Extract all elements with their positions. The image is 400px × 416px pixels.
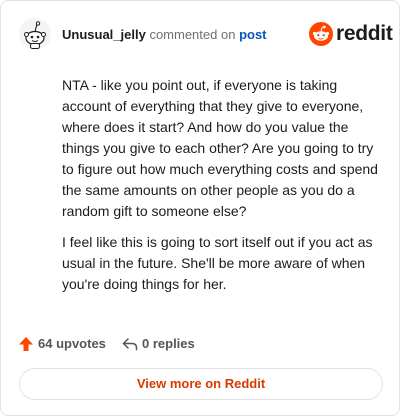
comment-body: NTA - like you point out, if everyone is…: [62, 75, 378, 305]
upvotes-count: 64 upvotes: [38, 336, 106, 351]
snoo-avatar-icon[interactable]: [18, 17, 52, 51]
replies-count: 0 replies: [142, 336, 195, 351]
view-more-button[interactable]: View more on Reddit: [19, 368, 383, 400]
comment-paragraph: NTA - like you point out, if everyone is…: [62, 77, 378, 219]
reddit-wordmark: reddit: [336, 22, 393, 45]
reply-arrow-icon: [122, 338, 138, 351]
reddit-logo-icon: [309, 22, 333, 46]
comment-stats: 64 upvotes 0 replies: [18, 333, 318, 355]
comment-paragraph: I feel like this is going to sort itself…: [62, 234, 373, 292]
reddit-brand[interactable]: reddit: [309, 20, 393, 48]
comment-embed-card: Unusual_jelly commented on post reddit N…: [0, 0, 400, 416]
action-text: commented on: [149, 27, 236, 42]
username-link[interactable]: Unusual_jelly: [62, 27, 146, 42]
comment-header: Unusual_jelly commented on post reddit: [18, 17, 393, 51]
post-link[interactable]: post: [239, 27, 266, 42]
upvote-arrow-icon: [19, 337, 33, 351]
comment-meta: Unusual_jelly commented on post: [62, 27, 267, 43]
